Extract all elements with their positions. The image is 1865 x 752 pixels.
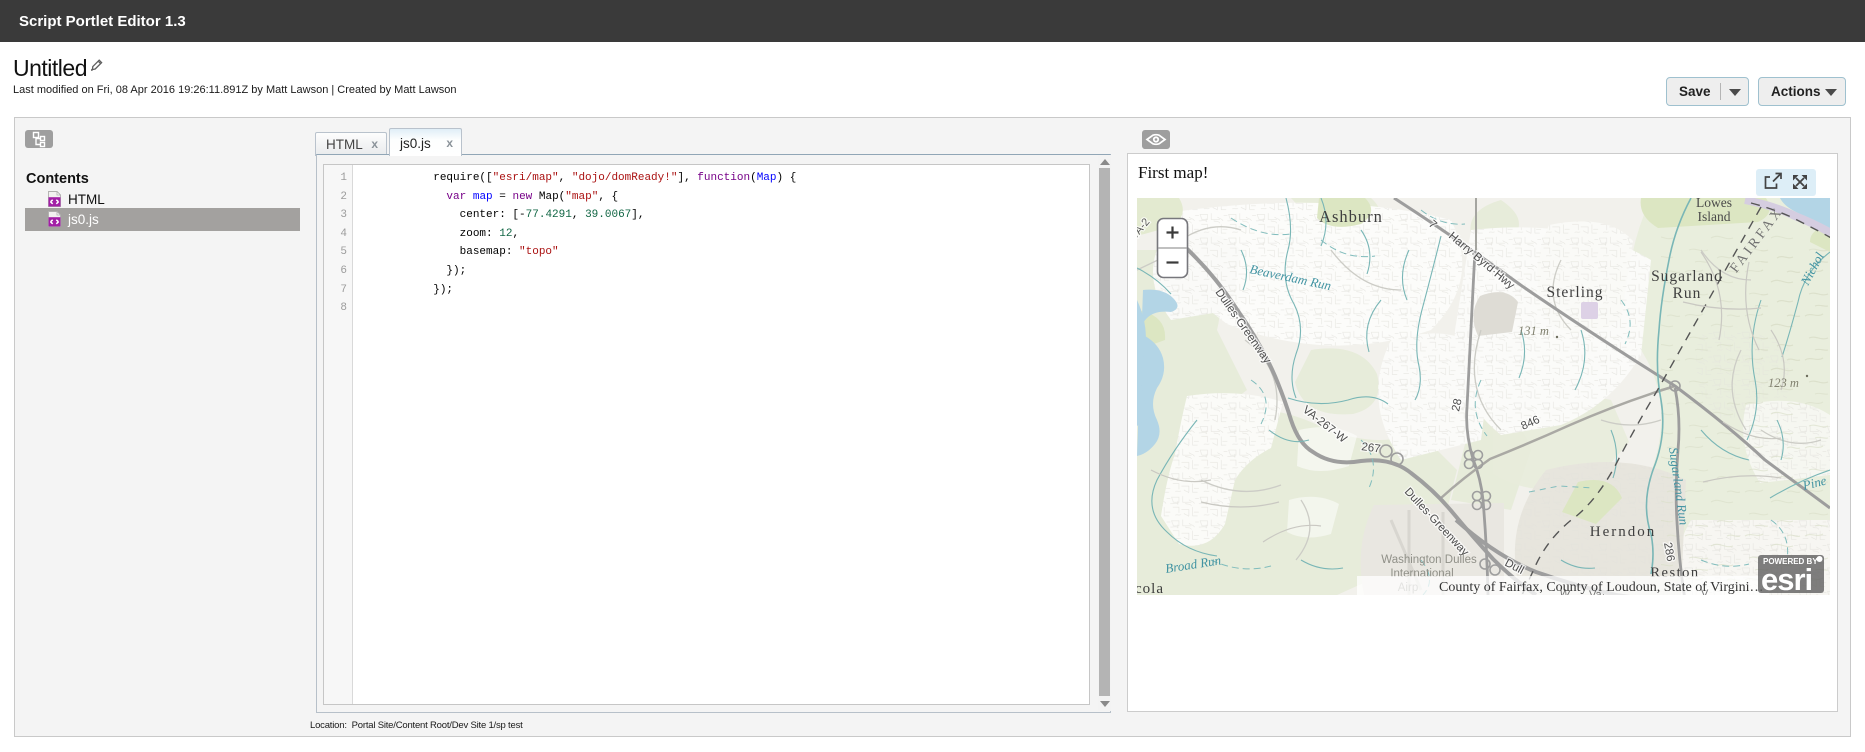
svg-text:Sugarland: Sugarland: [1651, 268, 1723, 285]
svg-text:V: V: [1701, 588, 1709, 595]
svg-text:cola: cola: [1137, 581, 1164, 595]
svg-text:Va·: Va·: [1589, 589, 1605, 595]
svg-text:Ashburn: Ashburn: [1319, 207, 1383, 226]
svg-text:Sterling: Sterling: [1546, 284, 1603, 301]
svg-text:131 m: 131 m: [1518, 324, 1549, 338]
svg-text:Washington Dulles: Washington Dulles: [1381, 554, 1477, 566]
svg-text:W: W: [1558, 587, 1571, 595]
svg-text:Run: Run: [1673, 285, 1702, 302]
svg-text:Island: Island: [1698, 209, 1731, 224]
svg-text:esri: esri: [1761, 562, 1812, 595]
svg-text:123 m: 123 m: [1768, 376, 1799, 390]
svg-text:Herndon: Herndon: [1590, 524, 1657, 540]
